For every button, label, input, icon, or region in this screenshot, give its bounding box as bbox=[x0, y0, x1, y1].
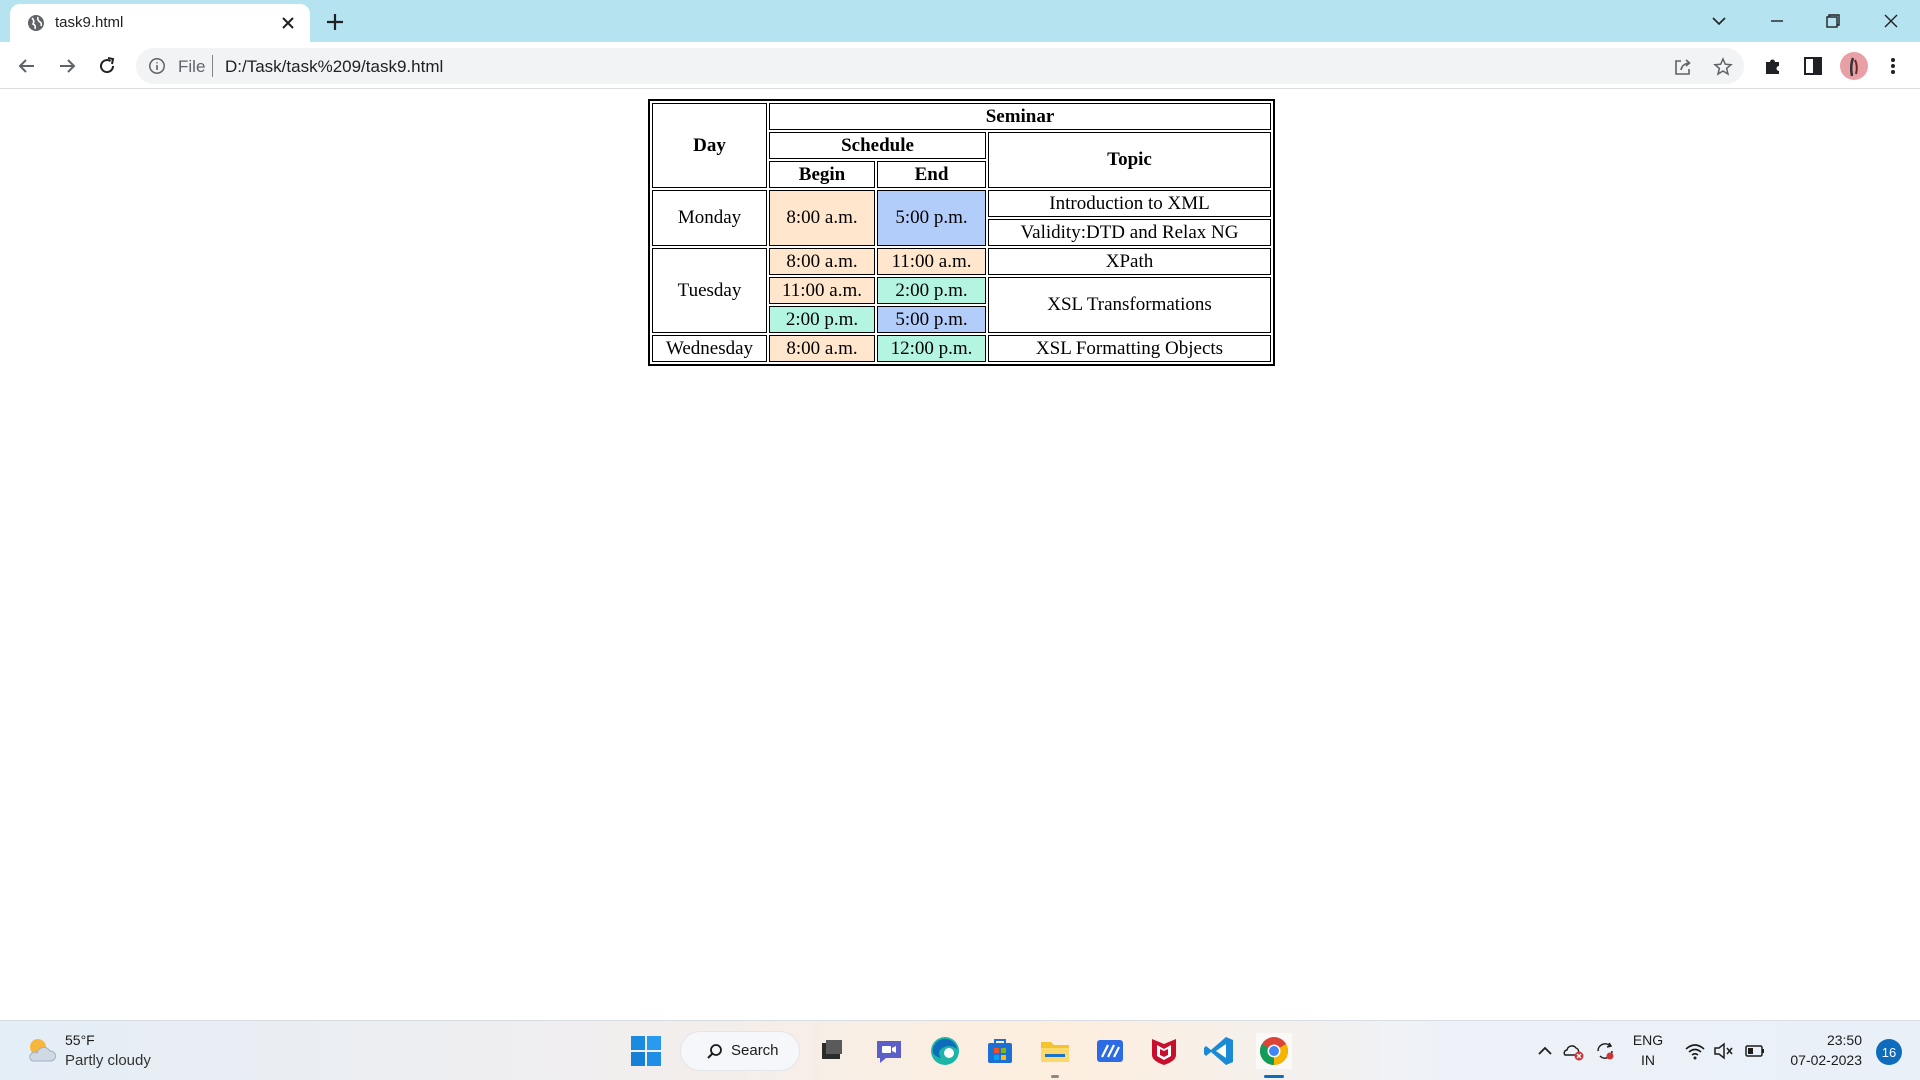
cell-end: 11:00 a.m. bbox=[877, 248, 986, 275]
cell-topic: Validity:DTD and Relax NG bbox=[988, 219, 1271, 246]
globe-icon bbox=[28, 15, 44, 31]
close-tab-icon[interactable] bbox=[278, 13, 298, 33]
header-begin: Begin bbox=[769, 161, 875, 188]
table-header-row: Day Seminar bbox=[652, 103, 1271, 188]
volume-muted-icon[interactable] bbox=[1712, 1040, 1734, 1062]
store-icon[interactable] bbox=[982, 1033, 1018, 1069]
share-icon[interactable] bbox=[1672, 56, 1694, 78]
profile-picture-icon bbox=[1849, 57, 1858, 77]
address-bar[interactable]: File D:/Task/task%209/task9.html bbox=[136, 48, 1744, 84]
chrome-icon[interactable] bbox=[1256, 1033, 1292, 1069]
cell-end: 5:00 p.m. bbox=[877, 190, 986, 246]
cell-day-monday: Monday bbox=[652, 190, 767, 246]
taskbar: 55°F Partly cloudy Search ENG IN 23:50 0… bbox=[0, 1020, 1920, 1080]
notification-badge[interactable]: 16 bbox=[1876, 1039, 1902, 1065]
side-panel-icon[interactable] bbox=[1800, 53, 1826, 79]
chevron-up-icon[interactable] bbox=[1534, 1040, 1556, 1062]
cell-begin: 8:00 a.m. bbox=[769, 190, 875, 246]
edge-browser-icon[interactable] bbox=[927, 1033, 963, 1069]
language-indicator[interactable]: ENG bbox=[1630, 1032, 1666, 1048]
cell-end: 5:00 p.m. bbox=[877, 306, 986, 333]
cell-day-tuesday: Tuesday bbox=[652, 248, 767, 333]
browser-tab-strip: task9.html bbox=[0, 0, 1920, 42]
weather-temperature: 55°F bbox=[65, 1032, 95, 1048]
forward-icon[interactable] bbox=[54, 53, 80, 79]
back-icon[interactable] bbox=[14, 53, 40, 79]
close-window-icon[interactable] bbox=[1878, 8, 1904, 34]
onedrive-error-icon[interactable] bbox=[1562, 1040, 1584, 1062]
running-indicator bbox=[1051, 1075, 1059, 1078]
search-icon bbox=[707, 1044, 722, 1059]
cell-begin: 8:00 a.m. bbox=[769, 335, 875, 362]
search-label: Search bbox=[731, 1042, 779, 1059]
header-topic: Topic bbox=[988, 132, 1271, 188]
seminar-table: Day Seminar Schedule Topic Begin End Mon… bbox=[648, 99, 1275, 366]
clock-date[interactable]: 07-02-2023 bbox=[1780, 1052, 1862, 1068]
cell-begin: 2:00 p.m. bbox=[769, 306, 875, 333]
reload-icon[interactable] bbox=[94, 53, 120, 79]
tab-title: task9.html bbox=[55, 14, 124, 31]
cell-begin: 8:00 a.m. bbox=[769, 248, 875, 275]
bookmark-star-icon[interactable] bbox=[1712, 56, 1734, 78]
sync-icon[interactable] bbox=[1594, 1040, 1616, 1062]
clock-time[interactable]: 23:50 bbox=[1786, 1032, 1862, 1048]
vscode-icon[interactable] bbox=[1201, 1033, 1237, 1069]
battery-icon[interactable] bbox=[1744, 1040, 1766, 1062]
cell-topic: XSL Formatting Objects bbox=[988, 335, 1271, 362]
header-end: End bbox=[877, 161, 986, 188]
table-row: Tuesday 8:00 a.m. 11:00 a.m. XPath bbox=[652, 248, 1271, 333]
wifi-icon[interactable] bbox=[1684, 1040, 1706, 1062]
address-scheme: File bbox=[178, 57, 206, 76]
cell-end: 12:00 p.m. bbox=[877, 335, 986, 362]
browser-toolbar: File D:/Task/task%209/task9.html bbox=[0, 42, 1920, 89]
cell-topic: XSL Transformations bbox=[988, 277, 1271, 333]
task-view-icon[interactable] bbox=[814, 1033, 850, 1069]
cell-day-wednesday: Wednesday bbox=[652, 335, 767, 362]
header-day: Day bbox=[652, 103, 767, 188]
address-url[interactable]: D:/Task/task%209/task9.html bbox=[225, 57, 443, 77]
tab-task9[interactable]: task9.html bbox=[10, 4, 310, 42]
new-tab-icon[interactable] bbox=[324, 11, 346, 33]
address-separator bbox=[212, 55, 213, 77]
region-indicator[interactable]: IN bbox=[1630, 1052, 1666, 1068]
partly-cloudy-icon[interactable] bbox=[24, 1034, 58, 1066]
sublime-app-icon[interactable] bbox=[1092, 1033, 1128, 1069]
taskbar-search[interactable]: Search bbox=[680, 1031, 800, 1071]
restore-icon[interactable] bbox=[1820, 8, 1846, 34]
weather-description: Partly cloudy bbox=[65, 1052, 151, 1069]
file-explorer-icon[interactable] bbox=[1037, 1033, 1073, 1069]
table-row: Wednesday 8:00 a.m. 12:00 p.m. XSL Forma… bbox=[652, 335, 1271, 362]
tab-search-chevron-icon[interactable] bbox=[1706, 8, 1732, 34]
site-info-icon[interactable] bbox=[148, 57, 166, 75]
extensions-puzzle-icon[interactable] bbox=[1760, 53, 1786, 79]
mcafee-shield-icon[interactable] bbox=[1146, 1033, 1182, 1069]
menu-kebab-icon[interactable] bbox=[1880, 53, 1906, 79]
chat-icon[interactable] bbox=[871, 1033, 907, 1069]
windows-start-icon[interactable] bbox=[628, 1033, 664, 1069]
cell-topic: Introduction to XML bbox=[988, 190, 1271, 217]
table-row: Monday 8:00 a.m. 5:00 p.m. Introduction … bbox=[652, 190, 1271, 246]
cell-begin: 11:00 a.m. bbox=[769, 277, 875, 304]
minimize-icon[interactable] bbox=[1764, 8, 1790, 34]
cell-end: 2:00 p.m. bbox=[877, 277, 986, 304]
cell-topic: XPath bbox=[988, 248, 1271, 275]
header-seminar: Seminar bbox=[769, 103, 1271, 130]
profile-avatar[interactable] bbox=[1840, 52, 1868, 80]
header-schedule: Schedule bbox=[769, 132, 986, 159]
page-content: Day Seminar Schedule Topic Begin End Mon… bbox=[0, 90, 1920, 1020]
active-app-indicator bbox=[1264, 1075, 1284, 1078]
